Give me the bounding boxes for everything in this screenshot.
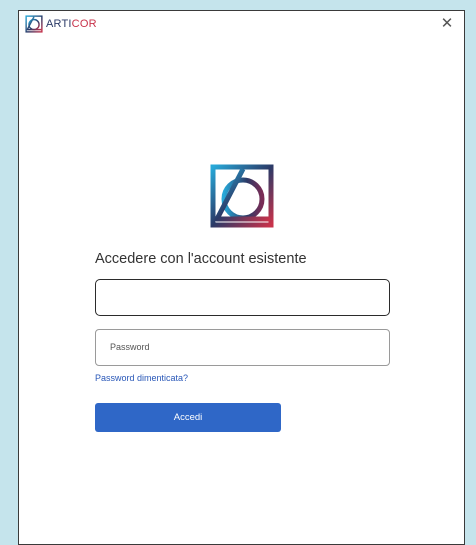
brand-name-suffix: COR: [71, 18, 97, 30]
articor-logo-icon: [25, 15, 43, 33]
close-icon[interactable]: ✕: [441, 15, 454, 32]
submit-button[interactable]: Accedi: [95, 403, 281, 432]
brand-name-prefix: ARTI: [46, 18, 72, 30]
username-input[interactable]: [95, 279, 390, 316]
app-brand: ARTICOR: [25, 15, 97, 33]
login-heading: Accedere con l'account esistente: [95, 251, 307, 267]
articor-logo-icon: [210, 164, 274, 228]
brand-name: ARTICOR: [46, 18, 97, 30]
password-input[interactable]: Password: [95, 329, 390, 366]
forgot-password-link[interactable]: Password dimenticata?: [95, 373, 188, 383]
title-bar: ARTICOR ✕: [19, 11, 464, 37]
close-button[interactable]: ✕: [438, 15, 456, 33]
login-window: ARTICOR ✕ Accedere con l'account esisten…: [18, 10, 465, 545]
